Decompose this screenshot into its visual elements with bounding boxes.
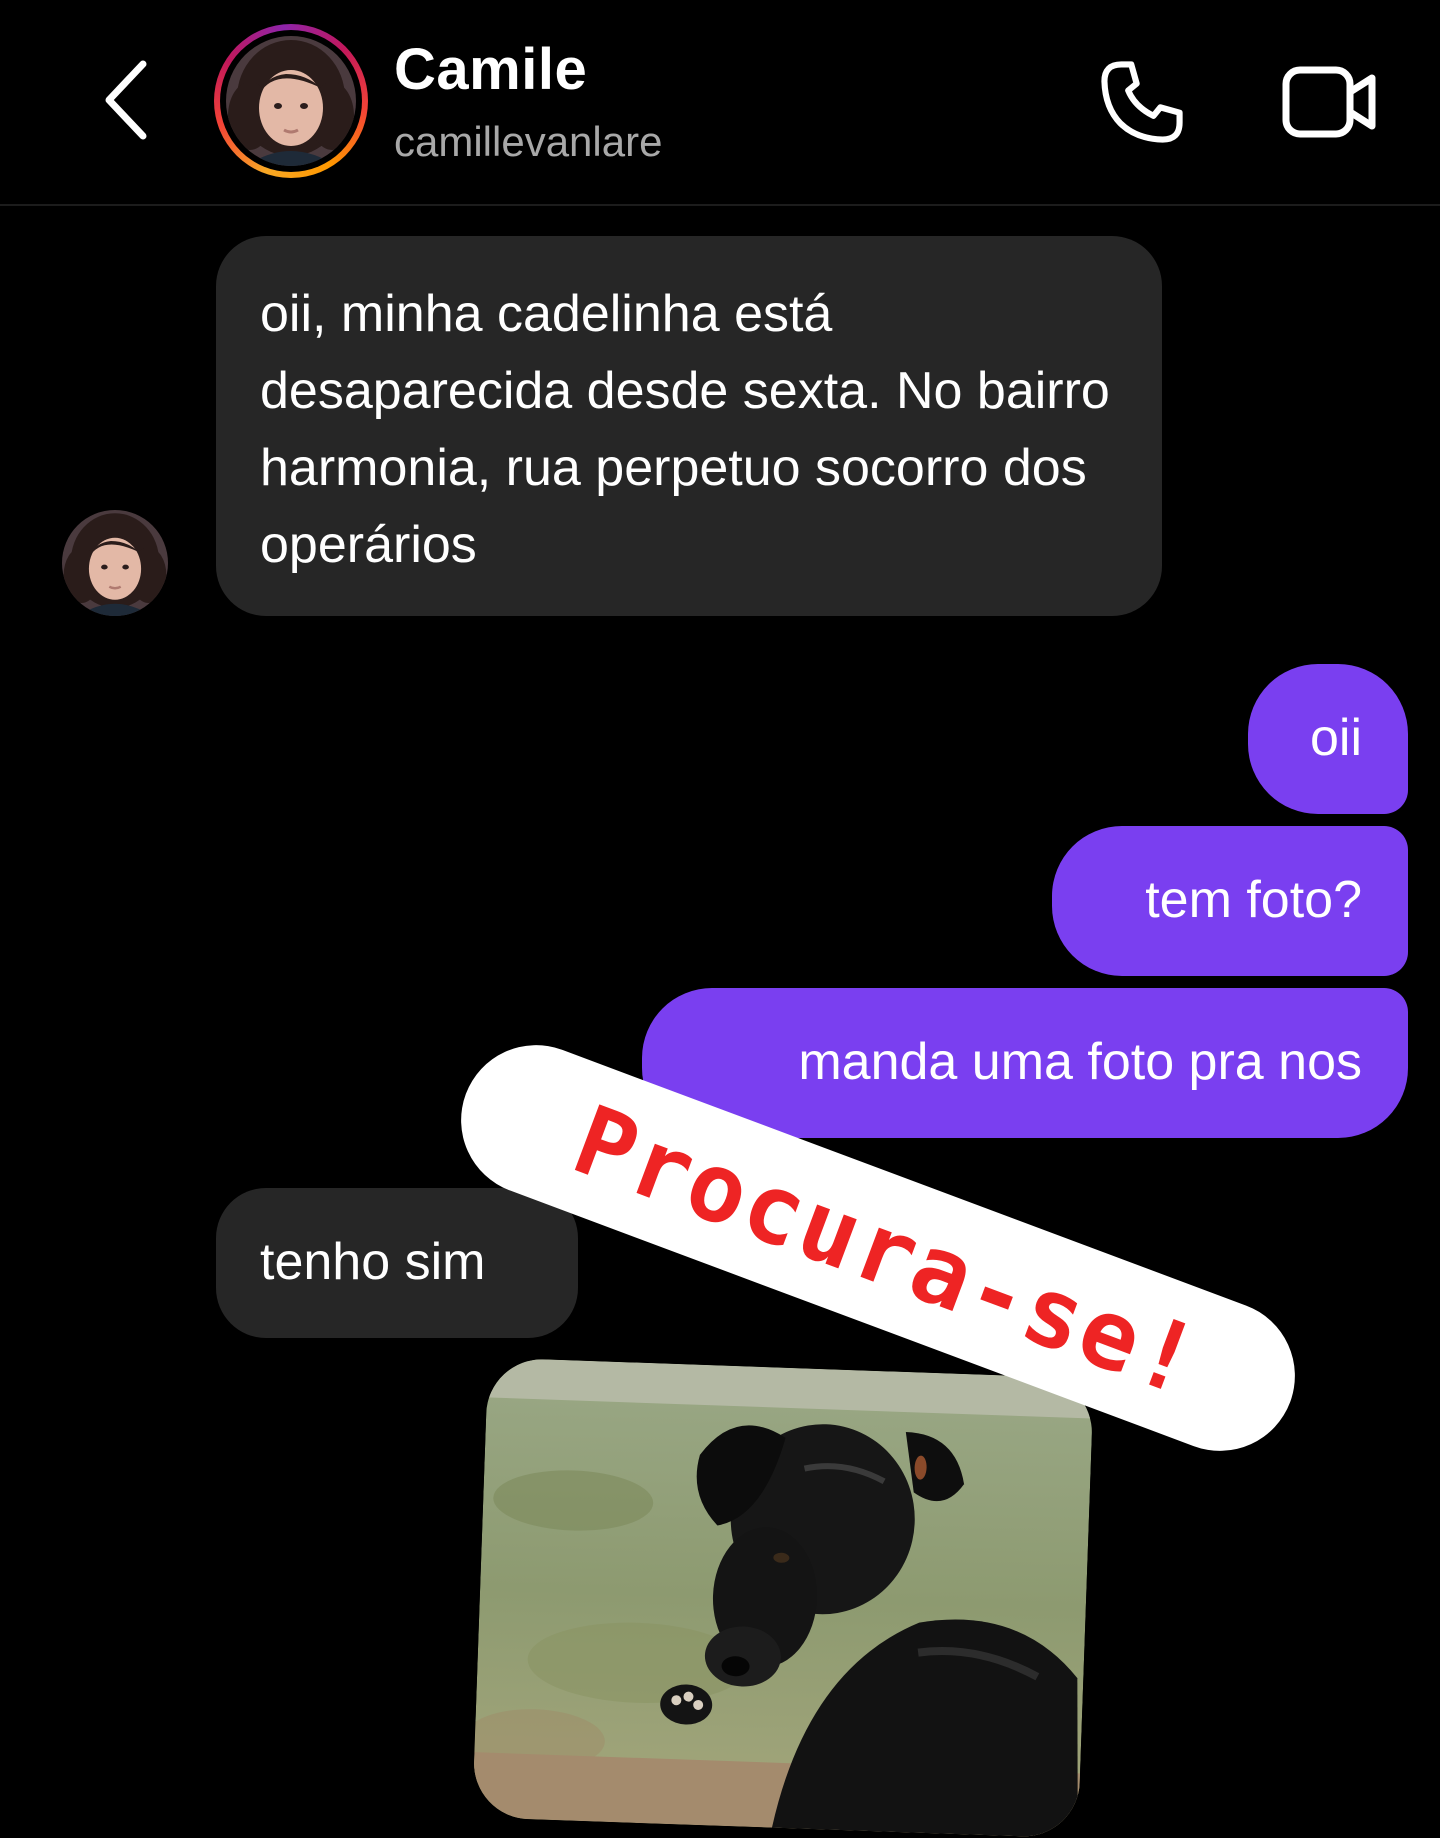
contact-username[interactable]: camillevanlare [394, 118, 662, 166]
video-call-button[interactable] [1280, 56, 1380, 148]
chevron-left-icon [105, 60, 147, 140]
avatar-photo [226, 36, 356, 166]
incoming-message[interactable]: tenho sim [216, 1188, 578, 1338]
photo-message[interactable] [472, 1357, 1094, 1838]
contact-name[interactable]: Camile [394, 36, 587, 103]
back-button[interactable] [90, 52, 160, 148]
dog-photo [472, 1357, 1094, 1838]
chat-header: Camile camillevanlare [0, 0, 1440, 206]
audio-call-button[interactable] [1096, 56, 1188, 148]
video-camera-icon [1282, 66, 1376, 138]
incoming-message[interactable]: oii, minha cadelinha está desaparecida d… [216, 236, 1162, 616]
contact-avatar[interactable] [214, 24, 368, 178]
avatar-gap [220, 30, 362, 172]
outgoing-message[interactable]: manda uma foto pra nos [642, 988, 1408, 1138]
outgoing-message[interactable]: oii [1248, 664, 1408, 814]
phone-icon [1101, 61, 1183, 143]
outgoing-message[interactable]: tem foto? [1052, 826, 1408, 976]
sender-avatar[interactable] [62, 510, 168, 616]
